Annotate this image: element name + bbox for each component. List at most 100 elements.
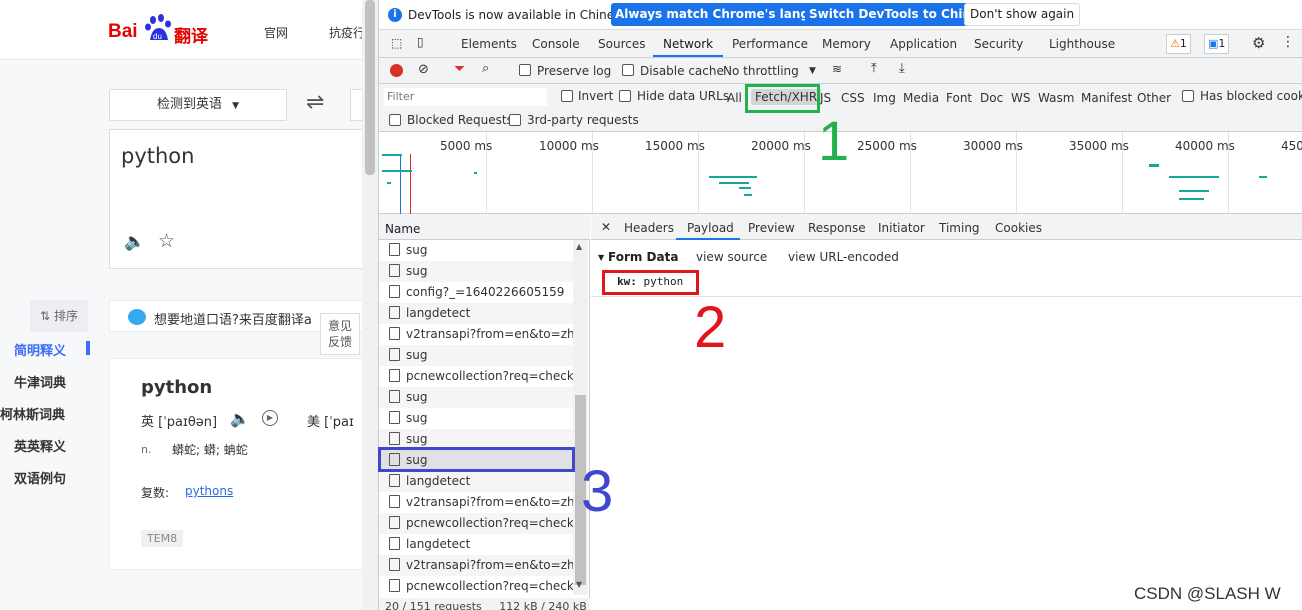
import-har-icon[interactable]: ⤒	[871, 61, 877, 76]
close-details-icon[interactable]: ✕	[601, 220, 611, 234]
preserve-log-checkbox[interactable]	[519, 64, 531, 76]
device-toolbar-icon[interactable]: ▯	[417, 35, 424, 49]
detail-tab-headers[interactable]: Headers	[624, 221, 674, 235]
scroll-down-icon[interactable]: ▼	[576, 580, 582, 589]
export-har-icon[interactable]: ⤓	[899, 61, 905, 76]
speaker-icon[interactable]: 🔈	[124, 232, 145, 252]
request-row[interactable]: langdetect	[379, 471, 573, 492]
page-scrollbar[interactable]	[362, 0, 378, 610]
invert-checkbox[interactable]	[561, 90, 573, 102]
tab-performance[interactable]: Performance	[732, 37, 808, 51]
has-blocked-cookies-checkbox[interactable]	[1182, 90, 1194, 102]
view-url-encoded-link[interactable]: view URL-encoded	[788, 250, 899, 264]
sidebar-item-en-en[interactable]: 英英释义	[14, 436, 66, 455]
request-row[interactable]: langdetect	[379, 534, 573, 555]
sidebar-item-oxford[interactable]: 牛津词典	[14, 372, 66, 391]
request-row[interactable]: pcnewcollection?req=check&fa	[379, 576, 573, 597]
detail-tab-cookies[interactable]: Cookies	[995, 221, 1042, 235]
message-count: 1	[1218, 37, 1226, 50]
chevron-down-icon: ▼	[232, 101, 240, 111]
request-row[interactable]: sug	[379, 261, 573, 282]
hide-data-urls-checkbox[interactable]	[619, 90, 631, 102]
detail-tab-response[interactable]: Response	[808, 221, 866, 235]
filter-type-css[interactable]: CSS	[841, 91, 865, 105]
detail-tab-timing[interactable]: Timing	[939, 221, 980, 235]
plural-link[interactable]: pythons	[185, 484, 233, 498]
csdn-watermark: CSDN @SLASH W	[1134, 584, 1281, 603]
disable-cache-checkbox[interactable]	[622, 64, 634, 76]
source-language-select[interactable]: 检测到英语 ▼	[109, 89, 287, 121]
tab-elements[interactable]: Elements	[461, 37, 517, 51]
settings-gear-icon[interactable]: ⚙	[1252, 34, 1265, 52]
sidebar-item-bilingual[interactable]: 双语例句	[14, 468, 66, 487]
filter-icon[interactable]: ⏷	[454, 61, 465, 77]
filter-type-img[interactable]: Img	[873, 91, 896, 105]
filter-type-js[interactable]: JS	[820, 91, 831, 105]
detail-tab-payload[interactable]: Payload	[687, 221, 734, 235]
scroll-up-icon[interactable]: ▲	[576, 242, 582, 251]
request-row[interactable]: langdetect	[379, 303, 573, 324]
filter-type-manifest[interactable]: Manifest	[1081, 91, 1132, 105]
request-list-scrollbar[interactable]: ▲ ▼	[573, 240, 588, 595]
request-row[interactable]: pcnewcollection?req=check&fa	[379, 513, 573, 534]
record-icon[interactable]	[390, 64, 403, 77]
warnings-badge[interactable]: ⚠1	[1166, 34, 1191, 54]
filter-type-other[interactable]: Other	[1137, 91, 1171, 105]
logo-bai-text: Bai	[108, 21, 138, 42]
filter-type-all[interactable]: All	[727, 91, 742, 105]
request-row[interactable]: pcnewcollection?req=check&fa	[379, 366, 573, 387]
star-icon[interactable]: ☆	[158, 230, 175, 252]
swap-languages-icon[interactable]: ⇌	[306, 90, 324, 115]
search-icon[interactable]: ⌕	[482, 61, 489, 76]
throttling-select[interactable]: No throttling	[723, 64, 799, 78]
blocked-requests-checkbox[interactable]	[389, 114, 401, 126]
tab-memory[interactable]: Memory	[822, 37, 871, 51]
more-options-icon[interactable]: ⋮	[1281, 34, 1295, 50]
tab-console[interactable]: Console	[532, 37, 580, 51]
filter-type-font[interactable]: Font	[946, 91, 972, 105]
tab-lighthouse[interactable]: Lighthouse	[1049, 37, 1115, 51]
detail-tab-initiator[interactable]: Initiator	[878, 221, 925, 235]
filter-type-doc[interactable]: Doc	[980, 91, 1003, 105]
request-name: v2transapi?from=en&to=zh	[406, 495, 573, 509]
source-text-input[interactable]: python	[109, 129, 378, 269]
tab-sources[interactable]: Sources	[598, 37, 645, 51]
feedback-button[interactable]: 意见 反馈	[320, 313, 360, 355]
request-row[interactable]: v2transapi?from=en&to=zh	[379, 555, 573, 576]
filter-type-ws[interactable]: WS	[1011, 91, 1030, 105]
tab-application[interactable]: Application	[890, 37, 957, 51]
timeline-tick: 450	[1281, 139, 1302, 153]
expand-triangle-icon[interactable]: ▼	[598, 253, 604, 262]
dont-show-again-button[interactable]: Don't show again	[964, 3, 1081, 26]
nav-official-link[interactable]: 官网	[264, 24, 288, 41]
name-column-header[interactable]: Name	[379, 214, 590, 240]
sidebar-item-collins[interactable]: 柯林斯词典	[0, 404, 65, 423]
network-conditions-icon[interactable]: ≋	[832, 62, 842, 76]
nav-kangyi-link[interactable]: 抗疫行	[329, 24, 365, 41]
inspect-element-icon[interactable]: ⬚	[391, 36, 402, 50]
sidebar-item-concise[interactable]: 简明释义	[14, 340, 66, 359]
tab-security[interactable]: Security	[974, 37, 1023, 51]
tab-network[interactable]: Network	[663, 37, 713, 51]
form-data-header[interactable]: Form Data	[608, 250, 678, 264]
clear-icon[interactable]: ⊘	[418, 62, 429, 77]
play-icon[interactable]: ▶	[262, 410, 278, 426]
filter-type-media[interactable]: Media	[903, 91, 939, 105]
filter-type-wasm[interactable]: Wasm	[1038, 91, 1074, 105]
request-row[interactable]: sug	[379, 387, 573, 408]
request-row[interactable]: sug	[379, 408, 573, 429]
filter-input[interactable]: Filter	[384, 88, 547, 106]
third-party-checkbox[interactable]	[509, 114, 521, 126]
view-source-link[interactable]: view source	[696, 250, 767, 264]
messages-badge[interactable]: ▣1	[1204, 34, 1230, 54]
request-row[interactable]: sug	[379, 240, 573, 261]
baidu-logo[interactable]: Bai du 翻译	[108, 14, 210, 47]
detail-tab-preview[interactable]: Preview	[748, 221, 795, 235]
speaker-uk-icon[interactable]: 🔈	[230, 409, 250, 428]
request-row[interactable]: v2transapi?from=en&to=zh	[379, 492, 573, 513]
sort-button[interactable]: ⇅ 排序	[30, 300, 88, 332]
request-row[interactable]: v2transapi?from=en&to=zh	[379, 324, 573, 345]
request-row[interactable]: sug	[379, 345, 573, 366]
request-row[interactable]: config?_=1640226605159	[379, 282, 573, 303]
page-scroll-thumb[interactable]	[365, 0, 375, 175]
